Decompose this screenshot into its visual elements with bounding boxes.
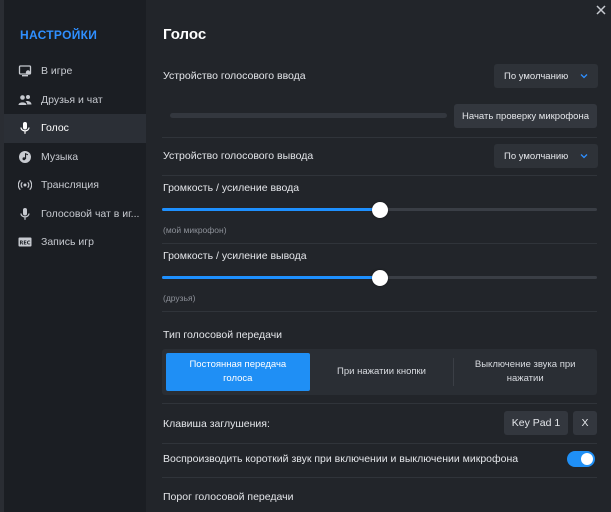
music-icon [18, 150, 32, 164]
output-device-value: По умолчанию [504, 150, 569, 162]
slider-fill [162, 208, 380, 211]
sidebar-item-broadcast[interactable]: Трансляция [4, 171, 146, 200]
sidebar-item-label: Музыка [41, 150, 79, 163]
transmission-option-push-to-mute[interactable]: Выключение звука при нажатии [453, 349, 597, 395]
output-device-label: Устройство голосового вывода [163, 150, 314, 162]
clear-mute-key-button[interactable]: X [573, 411, 597, 435]
sidebar-item-game-recording[interactable]: REC Запись игр [4, 228, 146, 257]
sidebar-item-label: Голосовой чат в иг... [41, 207, 140, 220]
mute-key-label: Клавиша заглушения: [163, 418, 270, 430]
microphone-icon [18, 207, 32, 221]
sidebar-item-label: Трансляция [41, 179, 99, 192]
broadcast-icon [18, 178, 32, 192]
divider [162, 403, 597, 404]
sidebar-item-friends-chat[interactable]: Друзья и чат [4, 86, 146, 115]
divider [162, 477, 597, 478]
input-device-select[interactable]: По умолчанию [494, 64, 598, 88]
input-volume-slider[interactable] [162, 202, 597, 218]
divider [162, 243, 597, 244]
sidebar-item-in-game[interactable]: В игре [4, 57, 146, 86]
option-line: нажатии [506, 373, 544, 384]
input-volume-label: Громкость / усиление ввода [163, 182, 300, 194]
play-sound-toggle[interactable] [567, 451, 595, 467]
page-title: Голос [163, 26, 207, 43]
divider [162, 311, 597, 312]
input-device-label: Устройство голосового ввода [163, 70, 306, 82]
output-volume-slider[interactable] [162, 270, 597, 286]
option-line: Выключение звука при [474, 359, 576, 370]
slider-thumb[interactable] [371, 202, 388, 218]
transmission-type-label: Тип голосовой передачи [163, 329, 283, 341]
friends-icon [18, 93, 32, 107]
microphone-icon [18, 121, 32, 135]
sidebar-title: НАСТРОЙКИ [20, 28, 98, 42]
divider [162, 175, 597, 176]
option-line: Постоянная передача [189, 359, 287, 370]
mute-key-button[interactable]: Key Pad 1 [504, 411, 568, 435]
slider-thumb[interactable] [371, 270, 388, 286]
transmission-option-push-to-talk[interactable]: При нажатии кнопки [310, 349, 454, 395]
close-icon[interactable] [593, 2, 609, 18]
gamepad-icon [18, 64, 32, 78]
settings-sidebar: НАСТРОЙКИ В игре Друзья и чат Голос Музы… [4, 0, 146, 512]
output-device-select[interactable]: По умолчанию [494, 144, 598, 168]
slider-fill [162, 276, 380, 279]
sidebar-item-voice[interactable]: Голос [4, 114, 146, 143]
sidebar-item-ingame-voice-chat[interactable]: Голосовой чат в иг... [4, 200, 146, 229]
sidebar-item-label: В игре [41, 65, 73, 78]
divider [162, 443, 597, 444]
transmission-type-selector: Постоянная передача голоса При нажатии кн… [162, 349, 597, 395]
sidebar-item-music[interactable]: Музыка [4, 143, 146, 172]
chevron-down-icon [580, 74, 588, 79]
output-volume-sublabel: (друзья) [163, 293, 196, 303]
svg-text:REC: REC [20, 241, 31, 247]
input-volume-sublabel: (мой микрофон) [163, 225, 227, 235]
chevron-down-icon [580, 154, 588, 159]
toggle-knob [581, 453, 593, 465]
sidebar-nav: В игре Друзья и чат Голос Музыка Трансля… [4, 57, 146, 257]
mic-test-button[interactable]: Начать проверку микрофона [454, 104, 597, 128]
option-line: голоса [223, 373, 253, 384]
input-device-value: По умолчанию [504, 70, 569, 82]
play-sound-label: Воспроизводить короткий звук при включен… [163, 453, 519, 465]
sidebar-item-label: Запись игр [41, 236, 94, 249]
record-icon: REC [18, 235, 32, 249]
divider [162, 137, 597, 138]
sidebar-item-label: Голос [41, 122, 69, 135]
transmission-option-continuous[interactable]: Постоянная передача голоса [166, 353, 310, 391]
output-volume-label: Громкость / усиление вывода [163, 250, 307, 262]
sidebar-item-label: Друзья и чат [41, 93, 103, 106]
threshold-label: Порог голосовой передачи [163, 491, 294, 503]
option-line: При нажатии кнопки [337, 366, 426, 377]
voice-settings-panel: Голос Устройство голосового ввода По умо… [146, 0, 611, 512]
mic-level-meter [170, 113, 447, 118]
